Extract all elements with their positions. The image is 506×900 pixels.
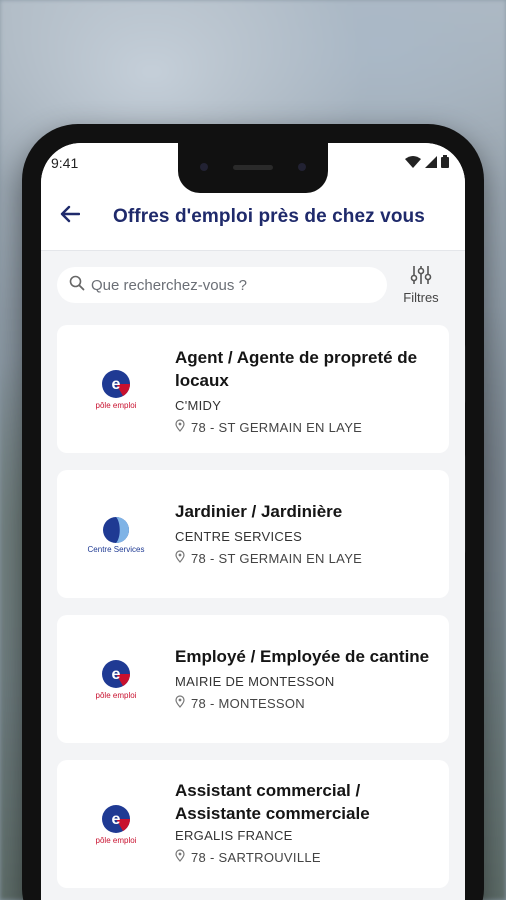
earpiece-speaker (233, 165, 273, 170)
arrow-left-icon (60, 205, 81, 228)
pole-emploi-logo: e pôle emploi (96, 804, 136, 845)
search-row: Filtres (41, 251, 465, 313)
location-pin-icon (175, 695, 185, 711)
front-sensor (298, 163, 306, 171)
company-name: CENTRE SERVICES (175, 529, 303, 544)
wifi-icon (405, 155, 421, 171)
company-name: C'MIDY (175, 398, 222, 413)
phone-screen: 9:41 Offres d'emploi près de chez vous Q… (41, 143, 465, 900)
page-title: Offres d'emploi près de chez vous (113, 205, 425, 227)
sliders-icon (410, 265, 432, 288)
job-card[interactable]: Centre Services Jardinier / Jardinière C… (57, 470, 449, 598)
job-card[interactable]: e pôle emploi Agent / Agente de propreté… (57, 325, 449, 453)
pole-emploi-logo: e pôle emploi (96, 369, 136, 410)
location-pin-icon (175, 419, 185, 435)
job-title: Jardinier / Jardinière (175, 502, 343, 521)
job-location: 78 - MONTESSON (175, 695, 449, 711)
svg-text:e: e (112, 666, 121, 683)
location-pin-icon (175, 550, 185, 566)
status-bar: 9:41 (41, 143, 465, 193)
job-card[interactable]: e pôle emploi Employé / Employée de cant… (57, 615, 449, 743)
job-location: 78 - ST GERMAIN EN LAYE (175, 419, 449, 435)
company-name: ERGALIS FRANCE (175, 828, 293, 843)
signal-icon (425, 155, 437, 171)
search-input[interactable] (91, 276, 375, 294)
job-title: Agent / Agente de propreté de locaux (175, 348, 418, 390)
camera-notch (178, 143, 328, 193)
job-title: Employé / Employée de cantine (175, 647, 430, 666)
battery-icon (441, 155, 449, 171)
filters-button[interactable]: Filtres (393, 265, 449, 305)
job-list: e pôle emploi Agent / Agente de propreté… (41, 325, 465, 888)
svg-text:e: e (112, 811, 121, 828)
job-card[interactable]: e pôle emploi Assistant commercial / Ass… (57, 760, 449, 888)
back-button[interactable] (57, 204, 83, 230)
search-icon (69, 275, 85, 296)
status-time: 9:41 (51, 155, 79, 171)
job-location: 78 - ST GERMAIN EN LAYE (175, 550, 449, 566)
job-location: 78 - SARTROUVILLE (175, 849, 449, 865)
centre-services-logo: Centre Services (88, 515, 144, 554)
front-camera (200, 163, 208, 171)
app-header: Offres d'emploi près de chez vous (41, 183, 465, 251)
filters-label: Filtres (403, 290, 439, 305)
pole-emploi-logo: e pôle emploi (96, 659, 136, 700)
location-pin-icon (175, 849, 185, 865)
search-bar[interactable] (57, 267, 387, 303)
svg-text:e: e (112, 376, 121, 393)
job-title: Assistant commercial / Assistante commer… (175, 781, 370, 823)
company-name: MAIRIE DE MONTESSON (175, 674, 335, 689)
